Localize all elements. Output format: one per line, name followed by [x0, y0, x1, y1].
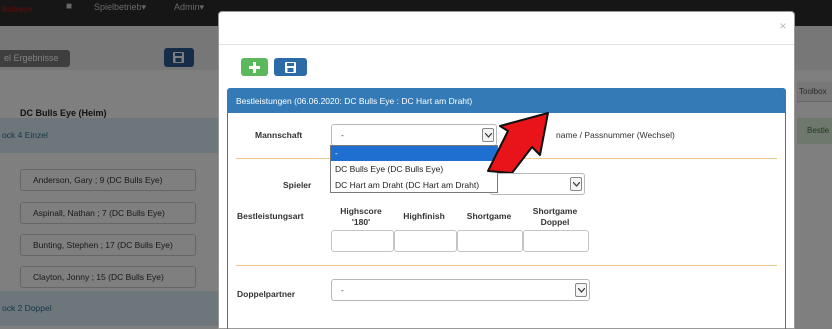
mannschaft-dropdown-list: - DC Bulls Eye (DC Bulls Eye) DC Hart am…	[330, 145, 498, 193]
spieler-select[interactable]	[490, 173, 585, 195]
panel-title: Bestleistungen (06.06.2020: DC Bulls Eye…	[228, 89, 785, 113]
highscore-header-line1: Highscore	[340, 206, 382, 216]
shortgame-column-header: Shortgame	[466, 211, 512, 221]
dropdown-option[interactable]: DC Hart am Draht (DC Hart am Draht)	[331, 178, 497, 193]
dropdown-option[interactable]: DC Bulls Eye (DC Bulls Eye)	[331, 162, 497, 177]
chevron-down-icon	[570, 177, 582, 191]
highfinish-input[interactable]	[394, 230, 457, 252]
shortgame-input[interactable]	[457, 230, 523, 252]
dropdown-option[interactable]: -	[331, 146, 497, 161]
doppelpartner-select-value: -	[341, 285, 344, 295]
mannschaft-select[interactable]: -	[331, 124, 497, 146]
bestleistungsart-label: Bestleistungsart	[237, 211, 304, 221]
mannschaft-label: Mannschaft	[255, 130, 303, 140]
red-arrow-icon	[487, 112, 549, 173]
highfinish-column-header: Highfinish	[403, 211, 445, 221]
highscore-column-header: Highscore '180'	[331, 206, 391, 228]
plus-icon	[249, 62, 260, 73]
doppelpartner-label: Doppelpartner	[237, 289, 296, 299]
shortgame-doppel-header-line1: Shortgame	[532, 206, 578, 216]
save-button[interactable]	[274, 58, 307, 76]
shortgame-doppel-header-line2: Doppel	[540, 217, 570, 227]
mannschaft-select-value: -	[341, 130, 344, 140]
highscore-input[interactable]	[331, 230, 394, 252]
close-icon[interactable]: ×	[777, 20, 789, 32]
save-icon	[285, 62, 296, 73]
shortgame-doppel-input[interactable]	[523, 230, 589, 252]
modal-header-divider	[219, 44, 794, 45]
section-divider	[236, 265, 777, 266]
spieler-label: Spieler	[283, 180, 312, 190]
doppelpartner-select[interactable]: -	[331, 279, 590, 301]
shortgame-doppel-column-header: Shortgame Doppel	[523, 206, 587, 228]
highscore-header-line2: '180'	[351, 217, 371, 227]
player-name-pass-number-label: name / Passnummer (Wechsel)	[556, 130, 675, 140]
add-button[interactable]	[241, 58, 268, 76]
chevron-down-icon	[575, 283, 587, 297]
